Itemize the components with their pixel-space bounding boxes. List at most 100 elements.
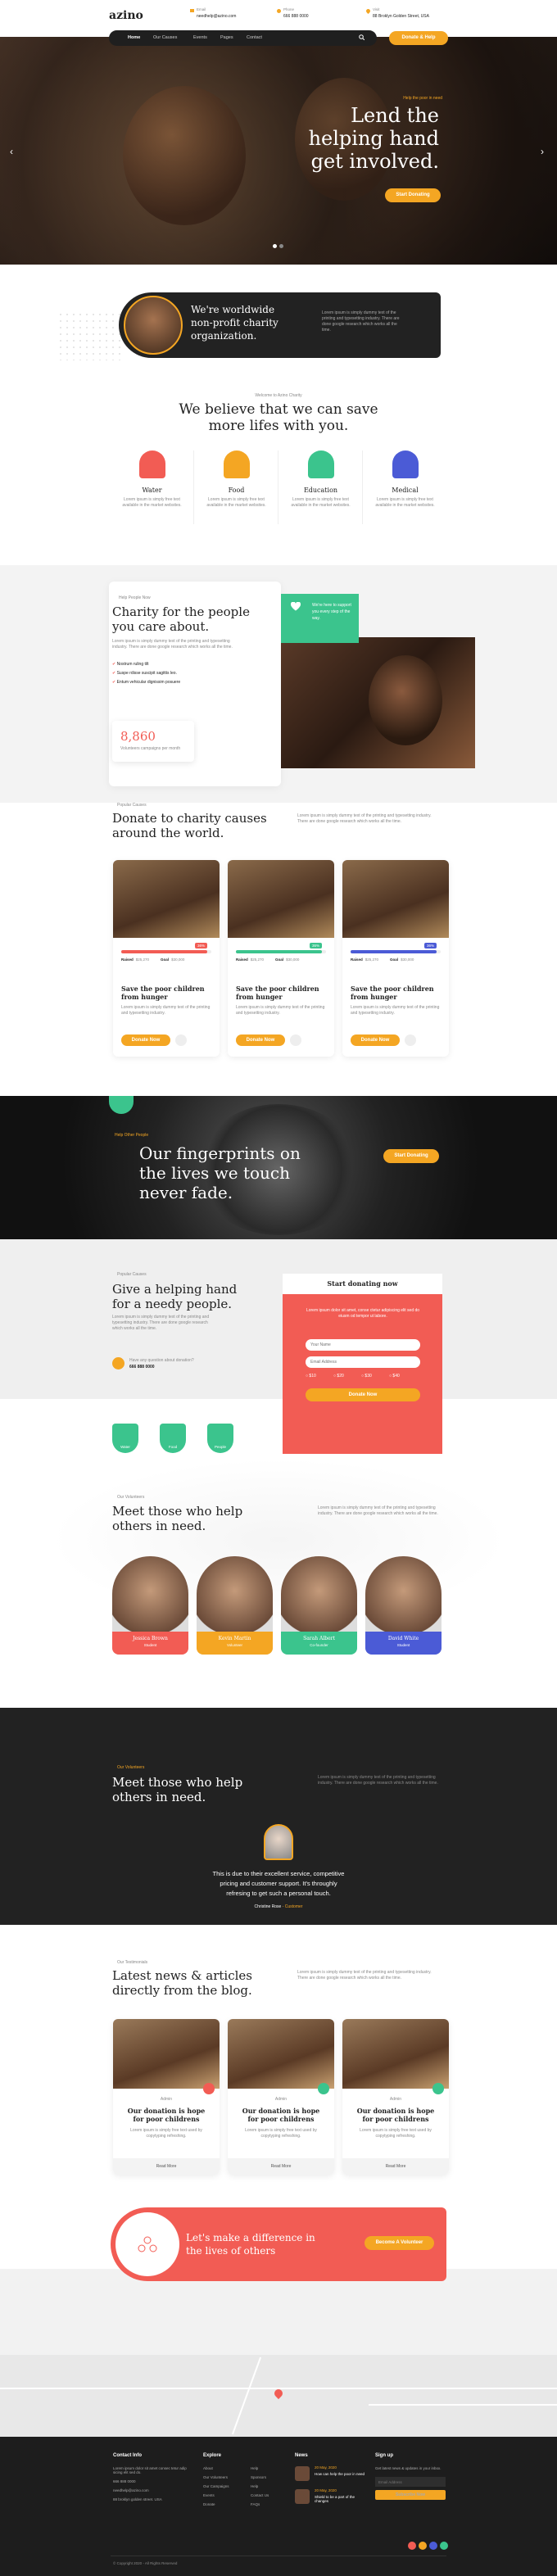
news-title[interactable]: Our donation is hope for poor childrens <box>352 2107 439 2123</box>
email-input[interactable] <box>306 1356 420 1368</box>
volunteer-card: Sarah Albert Co-founder <box>281 1556 357 1655</box>
search-icon[interactable] <box>359 34 365 40</box>
slider-next-arrow[interactable]: › <box>541 146 544 157</box>
phone-value[interactable]: 666 888 0000 <box>283 14 309 19</box>
volunteer-name[interactable]: Sarah Albert <box>281 1636 357 1641</box>
footer-explore-link[interactable]: Our Campaigns <box>203 2484 229 2488</box>
slider-prev-arrow[interactable]: ‹ <box>10 146 13 157</box>
fingerprints-title-line-3: never fade. <box>139 1183 233 1202</box>
news-read-more[interactable]: Read More <box>113 2158 220 2175</box>
feature-card-education: Education Lorem ipsum is simply free text… <box>282 450 363 532</box>
cta-title-line-2: the lives of others <box>186 2245 276 2257</box>
footer-explore-link[interactable]: Help <box>251 2466 269 2470</box>
cause-title[interactable]: Save the poor children from hunger <box>236 985 326 1001</box>
share-icon[interactable] <box>405 1034 416 1046</box>
cause-card: 36% Raised $25,270 Goal $30,000 Save the poor… <box>113 860 220 1057</box>
social-pinterest-icon[interactable] <box>429 2542 437 2550</box>
news-thumb <box>295 2489 310 2504</box>
social-twitter-icon[interactable] <box>408 2542 416 2550</box>
footer-explore-link[interactable]: Donate <box>203 2502 229 2506</box>
fingerprints-start-donating-button[interactable]: Start Donating <box>383 1149 439 1163</box>
phone-label: Phone <box>283 7 295 11</box>
nav-events[interactable]: Events <box>193 35 207 40</box>
education-icon <box>307 450 334 478</box>
cause-amounts: Raised $25,270 Goal $30,000 <box>351 958 441 962</box>
amount-option[interactable]: ○ $20 <box>333 1374 344 1379</box>
footer-explore-link[interactable]: Sponsors <box>251 2475 269 2479</box>
footer-news: News 20 May, 2020 How can help the poor … <box>295 2453 373 2504</box>
footer-news-title-1[interactable]: How can help the poor in need <box>315 2472 368 2476</box>
footer-explore-link[interactable]: Events <box>203 2493 229 2497</box>
cta-bg-gray <box>0 2269 557 2355</box>
footer-explore-link[interactable]: Help <box>251 2484 269 2488</box>
hero-start-donating-button[interactable]: Start Donating <box>385 188 441 202</box>
cause-donate-button[interactable]: Donate Now <box>236 1034 285 1046</box>
news-tag-icon[interactable] <box>203 2083 215 2094</box>
news-read-more[interactable]: Read More <box>342 2158 449 2175</box>
cause-progress-bar <box>121 950 211 953</box>
news-title[interactable]: Our donation is hope for poor childrens <box>123 2107 210 2123</box>
cause-progress-bar <box>236 950 326 953</box>
nav-contact[interactable]: Contact <box>247 35 262 40</box>
volunteer-role: Co-founder <box>310 1643 328 1647</box>
footer-explore-link[interactable]: FAQs <box>251 2502 269 2506</box>
volunteer-name[interactable]: Jessica Brown <box>112 1636 188 1641</box>
cause-donate-button[interactable]: Donate Now <box>121 1034 170 1046</box>
fingerprints-title-line-1: Our fingerprints on <box>139 1143 301 1163</box>
share-icon[interactable] <box>290 1034 301 1046</box>
footer-explore-title: Explore <box>203 2453 222 2458</box>
slider-dot-active[interactable] <box>273 244 277 248</box>
news-title[interactable]: Our donation is hope for poor childrens <box>238 2107 324 2123</box>
become-volunteer-button[interactable]: Become A Volunteer <box>365 2236 434 2250</box>
subscribe-button[interactable]: Subscribe Now <box>375 2490 446 2500</box>
charity-photo-face <box>369 655 442 745</box>
news-tag-icon[interactable] <box>318 2083 329 2094</box>
cause-title[interactable]: Save the poor children from hunger <box>121 985 211 1001</box>
footer-email[interactable]: needhelp@azino.com <box>113 2488 195 2492</box>
counter-label: Volunteers campaigns per month <box>120 746 181 751</box>
slider-dot[interactable] <box>279 244 283 248</box>
footer-explore-link[interactable]: Our Volunteers <box>203 2475 229 2479</box>
cause-progress-fill <box>236 950 322 953</box>
footer-explore-link[interactable]: Contact Us <box>251 2493 269 2497</box>
location-map[interactable] <box>0 2355 557 2437</box>
volunteer-name[interactable]: Kevin Martin <box>197 1636 273 1641</box>
site-logo[interactable]: azino <box>109 9 143 22</box>
nav-pages[interactable]: Pages <box>220 35 233 40</box>
news-author: Admin <box>389 2097 402 2102</box>
name-input[interactable] <box>306 1339 420 1351</box>
news-photo <box>228 2019 334 2089</box>
map-pin-icon[interactable] <box>272 2387 285 2400</box>
footer-explore-link[interactable]: About <box>203 2466 229 2470</box>
donate-help-button[interactable]: Donate & Help <box>389 31 448 45</box>
nav-home[interactable]: Home <box>128 35 140 40</box>
cause-donate-button[interactable]: Donate Now <box>351 1034 400 1046</box>
helping-phone[interactable]: 666 888 0000 <box>129 1365 155 1369</box>
amount-option[interactable]: ○ $40 <box>389 1374 400 1379</box>
check-item: ✔ Nostrum ruling tilt <box>112 662 149 667</box>
amount-option[interactable]: ○ $10 <box>306 1374 316 1379</box>
water-icon <box>138 450 165 478</box>
volunteers-title-line-2: others in need. <box>112 1519 206 1533</box>
amount-option[interactable]: ○ $30 <box>361 1374 372 1379</box>
badge-people: People <box>207 1424 233 1453</box>
share-icon[interactable] <box>175 1034 187 1046</box>
news-card: Admin Our donation is hope for poor child… <box>113 2019 220 2175</box>
news-tag-icon[interactable] <box>432 2083 444 2094</box>
nav-our-causes[interactable]: Our Causes <box>153 35 177 40</box>
check-item: ✔ Entum vehicular dignissim posuere <box>112 680 180 685</box>
testimonial-author-role: Customer <box>284 1904 303 1909</box>
footer-phone[interactable]: 666 888 0000 <box>113 2479 195 2483</box>
volunteer-name[interactable]: David White <box>365 1636 442 1641</box>
testimonial-title-line-1: Meet those who help <box>112 1775 243 1790</box>
email-value[interactable]: needhelp@azino.com <box>197 14 236 19</box>
news-read-more[interactable]: Read More <box>228 2158 334 2175</box>
testimonial-avatar <box>264 1824 293 1860</box>
helping-title-line-1: Give a helping hand <box>112 1282 238 1297</box>
cause-title[interactable]: Save the poor children from hunger <box>351 985 441 1001</box>
newsletter-email-input[interactable] <box>375 2477 446 2487</box>
social-instagram-icon[interactable] <box>440 2542 448 2550</box>
footer-news-title-2[interactable]: Shield to be a part of the changes <box>315 2495 368 2503</box>
form-donate-button[interactable]: Donate Now <box>306 1388 420 1401</box>
social-facebook-icon[interactable] <box>419 2542 427 2550</box>
